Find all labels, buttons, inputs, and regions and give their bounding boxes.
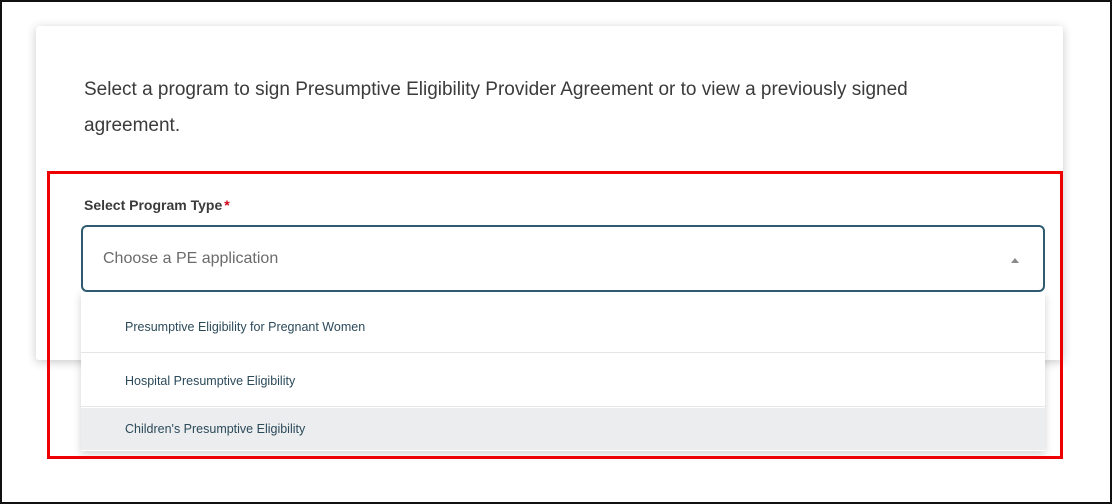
program-type-label: Select Program Type *	[84, 197, 230, 213]
required-asterisk: *	[224, 197, 230, 213]
option-label: Children's Presumptive Eligibility	[125, 422, 306, 436]
option-label: Hospital Presumptive Eligibility	[125, 374, 296, 388]
program-type-label-text: Select Program Type	[84, 197, 223, 213]
program-type-dropdown: Presumptive Eligibility for Pregnant Wom…	[81, 292, 1045, 451]
option-childrens[interactable]: Children's Presumptive Eligibility	[81, 408, 1045, 450]
select-placeholder: Choose a PE application	[103, 250, 279, 267]
option-label: Presumptive Eligibility for Pregnant Wom…	[125, 320, 366, 334]
intro-text: Select a program to sign Presumptive Eli…	[84, 79, 908, 136]
caret-up-icon[interactable]	[1011, 258, 1019, 263]
option-hospital[interactable]: Hospital Presumptive Eligibility	[81, 354, 1045, 407]
option-pregnant-women[interactable]: Presumptive Eligibility for Pregnant Wom…	[81, 300, 1045, 353]
program-type-select[interactable]: Choose a PE application	[81, 225, 1045, 292]
